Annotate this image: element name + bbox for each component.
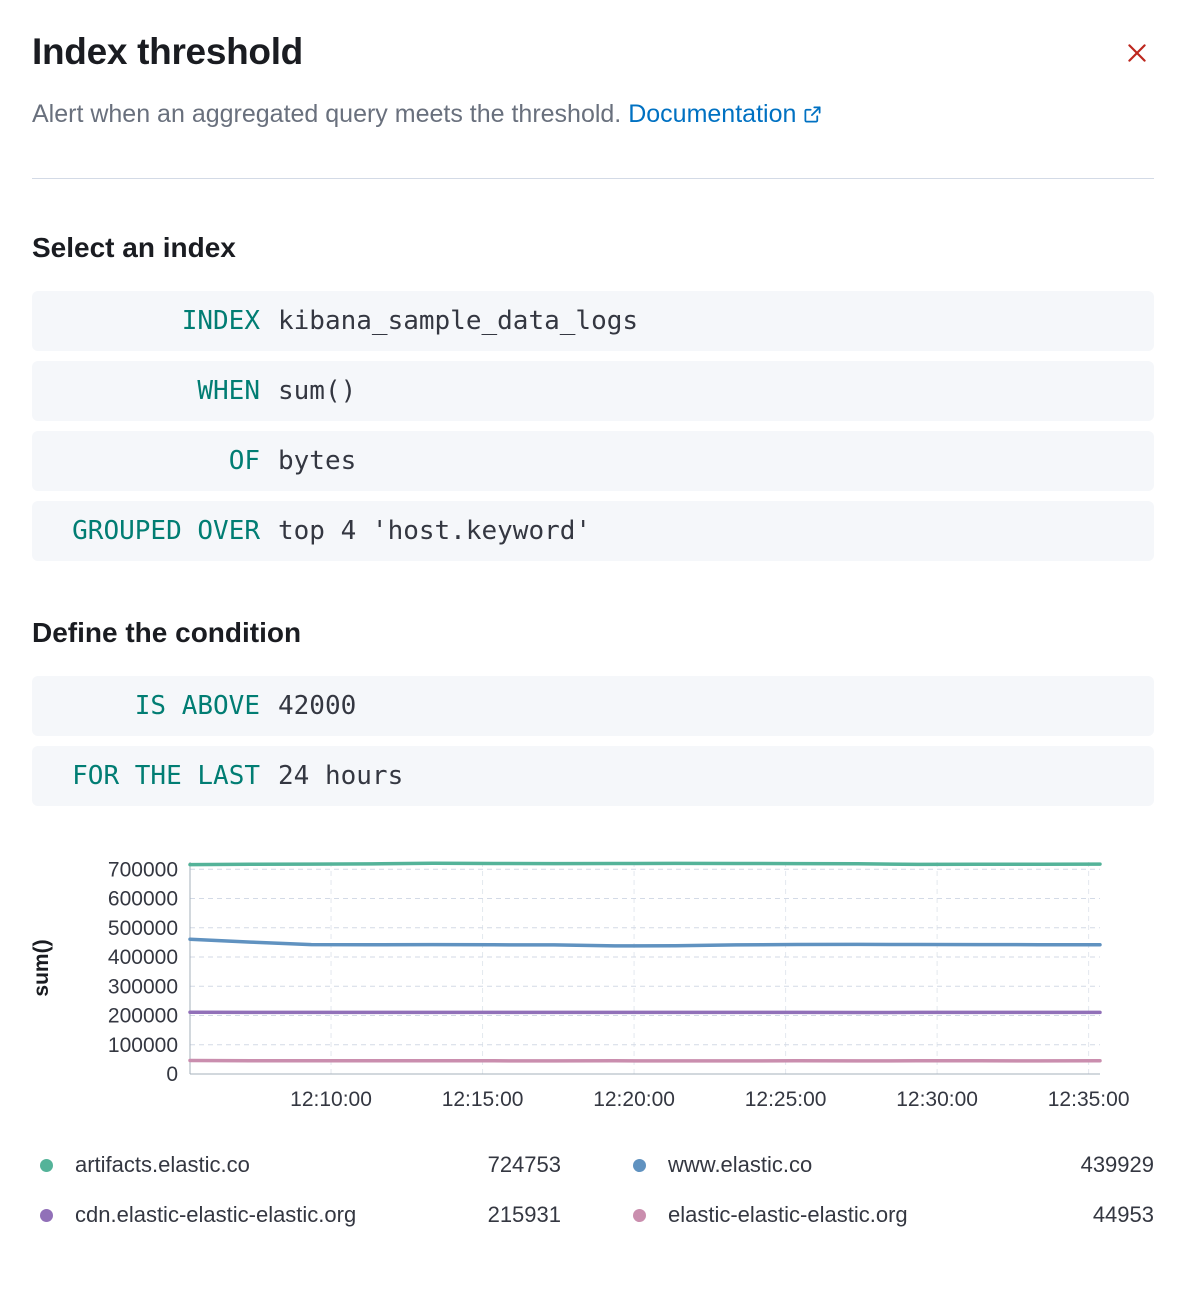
legend-series-value: 215931 [488,1202,561,1228]
expression-row-when[interactable]: WHEN sum() [32,361,1154,421]
legend-dot [633,1159,646,1172]
expression-row-is-above[interactable]: IS ABOVE 42000 [32,676,1154,736]
legend-series-value: 44953 [1093,1202,1154,1228]
svg-text:500000: 500000 [108,917,178,940]
select-index-heading: Select an index [32,231,1154,265]
legend-item[interactable]: www.elastic.co 439929 [625,1152,1154,1178]
expression-value: 24 hours [278,761,403,791]
expression-row-index[interactable]: INDEX kibana_sample_data_logs [32,291,1154,351]
svg-text:12:10:00: 12:10:00 [290,1088,372,1111]
svg-text:400000: 400000 [108,946,178,969]
condition-section: Define the condition IS ABOVE 42000 FOR … [32,616,1154,806]
legend-dot [40,1159,53,1172]
svg-text:12:35:00: 12:35:00 [1048,1088,1130,1111]
expression-value: 42000 [278,691,356,721]
legend-series-name: cdn.elastic-elastic-elastic.org [75,1202,356,1228]
expression-keyword: WHEN [50,376,260,406]
svg-text:12:25:00: 12:25:00 [745,1088,827,1111]
select-index-section: Select an index INDEX kibana_sample_data… [32,231,1154,561]
expression-keyword: OF [50,446,260,476]
expression-value: sum() [278,376,356,406]
svg-text:0: 0 [166,1063,178,1086]
page-title: Index threshold [32,30,303,74]
flyout-header: Index threshold [32,30,1154,74]
select-index-expressions: INDEX kibana_sample_data_logs WHEN sum()… [32,291,1154,561]
legend-dot [40,1209,53,1222]
close-icon[interactable] [1120,36,1154,70]
svg-text:12:20:00: 12:20:00 [593,1088,675,1111]
legend-series-name: www.elastic.co [668,1152,812,1178]
threshold-preview-chart: 12:10:00 12:15:00 12:20:00 12:25:00 12:30:00… [32,852,1154,1114]
expression-keyword: INDEX [50,306,260,336]
expression-keyword: IS ABOVE [50,691,260,721]
flyout-subtitle: Alert when an aggregated query meets the… [32,98,1154,130]
legend-series-value: 724753 [488,1152,561,1178]
legend-series-name: elastic-elastic-elastic.org [668,1202,908,1228]
expression-value: top 4 'host.keyword' [278,516,591,546]
legend-item[interactable]: cdn.elastic-elastic-elastic.org 215931 [32,1202,561,1228]
documentation-link[interactable]: Documentation [628,100,822,128]
svg-text:12:15:00: 12:15:00 [442,1088,524,1111]
header-divider [32,178,1154,179]
legend-series-name: artifacts.elastic.co [75,1152,250,1178]
subtitle-text: Alert when an aggregated query meets the… [32,100,621,128]
threshold-chart-svg: 12:10:00 12:15:00 12:20:00 12:25:00 12:30:00… [32,852,1154,1114]
condition-heading: Define the condition [32,616,1154,650]
expression-row-of[interactable]: OF bytes [32,431,1154,491]
condition-expressions: IS ABOVE 42000 FOR THE LAST 24 hours [32,676,1154,806]
svg-text:600000: 600000 [108,888,178,911]
expression-value: bytes [278,446,356,476]
expression-row-for-the-last[interactable]: FOR THE LAST 24 hours [32,746,1154,806]
svg-text:700000: 700000 [108,858,178,881]
svg-text:300000: 300000 [108,975,178,998]
svg-text:200000: 200000 [108,1005,178,1028]
expression-keyword: GROUPED OVER [50,516,260,546]
legend-item[interactable]: artifacts.elastic.co 724753 [32,1152,561,1178]
legend-item[interactable]: elastic-elastic-elastic.org 44953 [625,1202,1154,1228]
index-threshold-flyout: Index threshold Alert when an aggregated… [0,0,1186,1304]
chart-legend: artifacts.elastic.co 724753 www.elastic.… [32,1152,1154,1228]
external-link-icon [803,105,822,124]
svg-text:sum(): sum() [32,939,53,996]
svg-text:100000: 100000 [108,1034,178,1057]
svg-text:12:30:00: 12:30:00 [896,1088,978,1111]
expression-value: kibana_sample_data_logs [278,306,638,336]
expression-row-grouped-over[interactable]: GROUPED OVER top 4 'host.keyword' [32,501,1154,561]
legend-dot [633,1209,646,1222]
legend-series-value: 439929 [1081,1152,1154,1178]
expression-keyword: FOR THE LAST [50,761,260,791]
